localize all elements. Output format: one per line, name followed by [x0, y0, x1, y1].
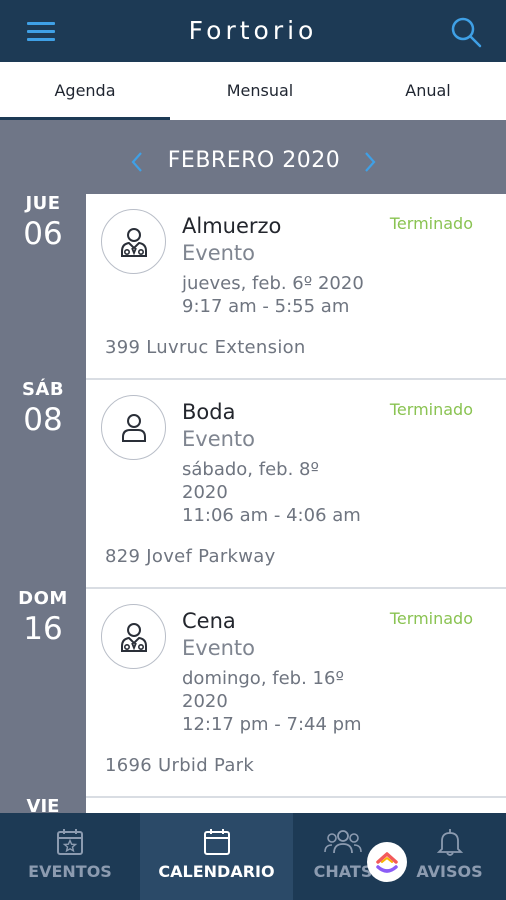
event-address: 1696 Urbid Park [105, 755, 255, 776]
event-date: jueves, feb. 6º 2020 9:17 am - 5:55 am [182, 272, 392, 318]
nav-label: EVENTOS [28, 862, 112, 881]
day-label: SÁB 08 [0, 379, 86, 438]
event-date-year: 2020 [182, 691, 228, 712]
app-logo-title: Fortorio [188, 16, 318, 45]
day-number: 16 [23, 611, 63, 647]
event-avatar [101, 209, 166, 274]
day-weekday: JUE [25, 193, 61, 214]
day-number: 08 [23, 402, 63, 438]
person-tie-icon [120, 622, 147, 652]
event-card-partial[interactable] [86, 798, 506, 813]
event-title: Cena [182, 609, 236, 633]
tab-anual[interactable]: Anual [350, 62, 506, 120]
top-app-bar: Fortorio [0, 0, 506, 62]
event-avatar [101, 395, 166, 460]
app-logo-icon [376, 852, 398, 873]
event-date-year: 2020 [182, 482, 228, 503]
event-date-text: jueves, feb. 6º 2020 [182, 273, 364, 294]
day-number: 06 [23, 216, 63, 252]
calendar-star-icon [57, 829, 83, 855]
day-label: DOM 16 [0, 588, 86, 647]
search-icon[interactable] [448, 14, 484, 50]
person-tie-icon [120, 227, 147, 257]
nav-eventos[interactable]: EVENTOS [0, 813, 140, 900]
group-icon [324, 830, 362, 854]
status-badge: Terminado [389, 400, 473, 419]
person-icon [121, 413, 146, 442]
event-date-text: sábado, feb. 8º [182, 459, 319, 480]
event-type: Evento [182, 427, 256, 451]
nav-calendario[interactable]: CALENDARIO [140, 813, 293, 900]
event-address: 399 Luvruc Extension [105, 337, 306, 358]
event-date: sábado, feb. 8º 2020 11:06 am - 4:06 am [182, 458, 392, 527]
event-card[interactable]: Almuerzo Evento jueves, feb. 6º 2020 9:1… [86, 194, 506, 380]
event-title: Boda [182, 400, 236, 424]
bell-icon [436, 829, 463, 856]
event-time: 12:17 pm - 7:44 pm [182, 714, 362, 735]
event-type: Evento [182, 241, 256, 265]
status-badge: Terminado [389, 609, 473, 628]
floating-logo-button[interactable] [367, 842, 407, 882]
event-date: domingo, feb. 16º 2020 12:17 pm - 7:44 p… [182, 667, 392, 736]
event-date-text: domingo, feb. 16º [182, 668, 344, 689]
event-card[interactable]: Cena Evento domingo, feb. 16º 2020 12:17… [86, 589, 506, 798]
day-weekday: SÁB [21, 379, 65, 400]
view-tabs: Agenda Mensual Anual [0, 62, 506, 120]
calendar-icon [203, 829, 230, 855]
active-tab-indicator [0, 117, 170, 120]
nav-label: CALENDARIO [158, 862, 275, 881]
tab-mensual[interactable]: Mensual [170, 62, 350, 120]
day-weekday: DOM [18, 588, 68, 609]
month-title: FEBRERO 2020 [167, 148, 341, 173]
previous-month-chevron-icon[interactable] [129, 150, 145, 174]
next-month-chevron-icon[interactable] [362, 150, 378, 174]
event-time: 9:17 am - 5:55 am [182, 296, 350, 317]
day-label: JUE 06 [0, 193, 86, 252]
event-address: 829 Jovef Parkway [105, 546, 276, 567]
bottom-navigation: EVENTOS CALENDARIO CHATS AVISOS [0, 813, 506, 900]
event-time: 11:06 am - 4:06 am [182, 505, 361, 526]
event-type: Evento [182, 636, 256, 660]
event-title: Almuerzo [182, 214, 282, 238]
event-card[interactable]: Boda Evento sábado, feb. 8º 2020 11:06 a… [86, 380, 506, 589]
nav-label: AVISOS [416, 862, 483, 881]
status-badge: Terminado [389, 214, 473, 233]
nav-avisos[interactable]: AVISOS [393, 813, 506, 900]
tab-agenda[interactable]: Agenda [0, 62, 170, 120]
day-weekday-partial: VIE [26, 796, 60, 814]
event-avatar [101, 604, 166, 669]
